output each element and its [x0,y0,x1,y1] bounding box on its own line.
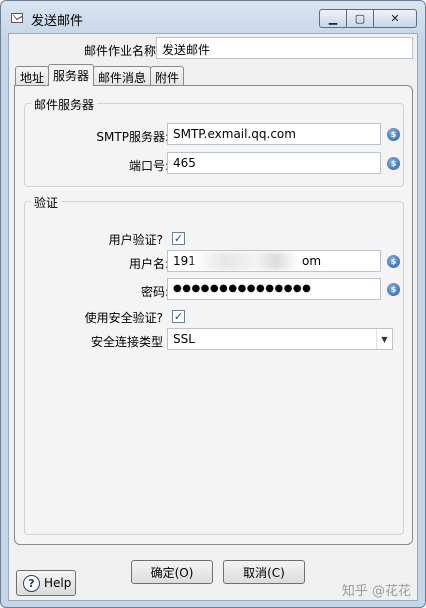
maximize-button[interactable]: ▢ [346,9,374,28]
window-title: 发送邮件 [31,14,84,29]
mail-icon [11,13,23,23]
auth-group: 验证 用户验证? ✓ 用户名: 191 om $ 密码: ●●●●●●●●●●●… [24,194,404,535]
help-button[interactable]: ? Help [16,570,76,596]
secure-auth-label: 使用安全验证? [84,311,163,325]
tab-message[interactable]: 邮件消息 [93,66,152,86]
username-start: 191 [173,254,196,268]
watermark: 知乎 @花花 [341,584,411,599]
redaction-blur [194,252,298,270]
dialog-body: 邮件作业名称: 发送邮件 地址 服务器 邮件消息 附件 邮件服务器 SMTP服务… [8,33,418,601]
ok-button[interactable]: 确定(O) [131,560,213,584]
password-input[interactable]: ●●●●●●●●●●●●●●● [167,278,381,300]
variable-icon[interactable]: $ [387,128,400,141]
close-icon: ✕ [390,12,400,25]
cancel-button[interactable]: 取消(C) [223,560,305,584]
server-tab-panel: 邮件服务器 SMTP服务器: SMTP.exmail.qq.com $ 端口号:… [14,85,413,545]
minimize-button[interactable]: ▁ [319,9,347,28]
variable-icon[interactable]: $ [387,255,400,268]
tab-attachment[interactable]: 附件 [150,66,185,86]
variable-icon[interactable]: $ [387,283,400,296]
secure-auth-checkbox[interactable]: ✓ [172,310,185,323]
conn-type-label: 安全连接类型 [90,335,163,349]
job-name-label: 邮件作业名称: [83,44,160,58]
conn-type-select[interactable]: SSL ▼ [167,328,393,350]
tab-server[interactable]: 服务器 [48,64,95,86]
user-auth-checkbox[interactable]: ✓ [172,232,185,245]
job-name-row: 邮件作业名称: 发送邮件 [9,36,419,62]
mail-server-group: 邮件服务器 SMTP服务器: SMTP.exmail.qq.com $ 端口号:… [24,96,404,187]
smtp-server-input[interactable]: SMTP.exmail.qq.com [167,123,381,145]
username-end: om [302,254,322,268]
tab-bar: 地址 服务器 邮件消息 附件 [15,64,185,86]
job-name-input[interactable]: 发送邮件 [156,37,413,59]
smtp-server-label: SMTP服务器: [96,130,169,144]
mail-server-group-title: 邮件服务器 [31,96,98,113]
maximize-icon: ▢ [354,12,366,25]
port-label: 端口号: [128,159,169,173]
username-label: 用户名: [128,257,169,271]
window-controls: ▁ ▢ ✕ [319,9,417,28]
tab-address[interactable]: 地址 [15,66,50,86]
password-label: 密码: [140,285,169,299]
dialog-window: 发送邮件 ▁ ▢ ✕ 邮件作业名称: 发送邮件 地址 服务器 邮件消息 附件 邮… [0,0,426,608]
help-label: Help [44,576,72,590]
auth-group-title: 验证 [31,194,62,211]
help-icon: ? [23,574,40,592]
variable-icon[interactable]: $ [387,157,400,170]
user-auth-label: 用户验证? [108,233,163,247]
chevron-down-icon[interactable]: ▼ [376,329,392,349]
conn-type-value: SSL [173,332,195,346]
username-input[interactable]: 191 om [167,250,381,272]
close-button[interactable]: ✕ [373,9,417,28]
minimize-icon: ▁ [328,12,338,25]
title-bar[interactable]: 发送邮件 ▁ ▢ ✕ [1,1,425,35]
port-input[interactable]: 465 [167,152,381,174]
